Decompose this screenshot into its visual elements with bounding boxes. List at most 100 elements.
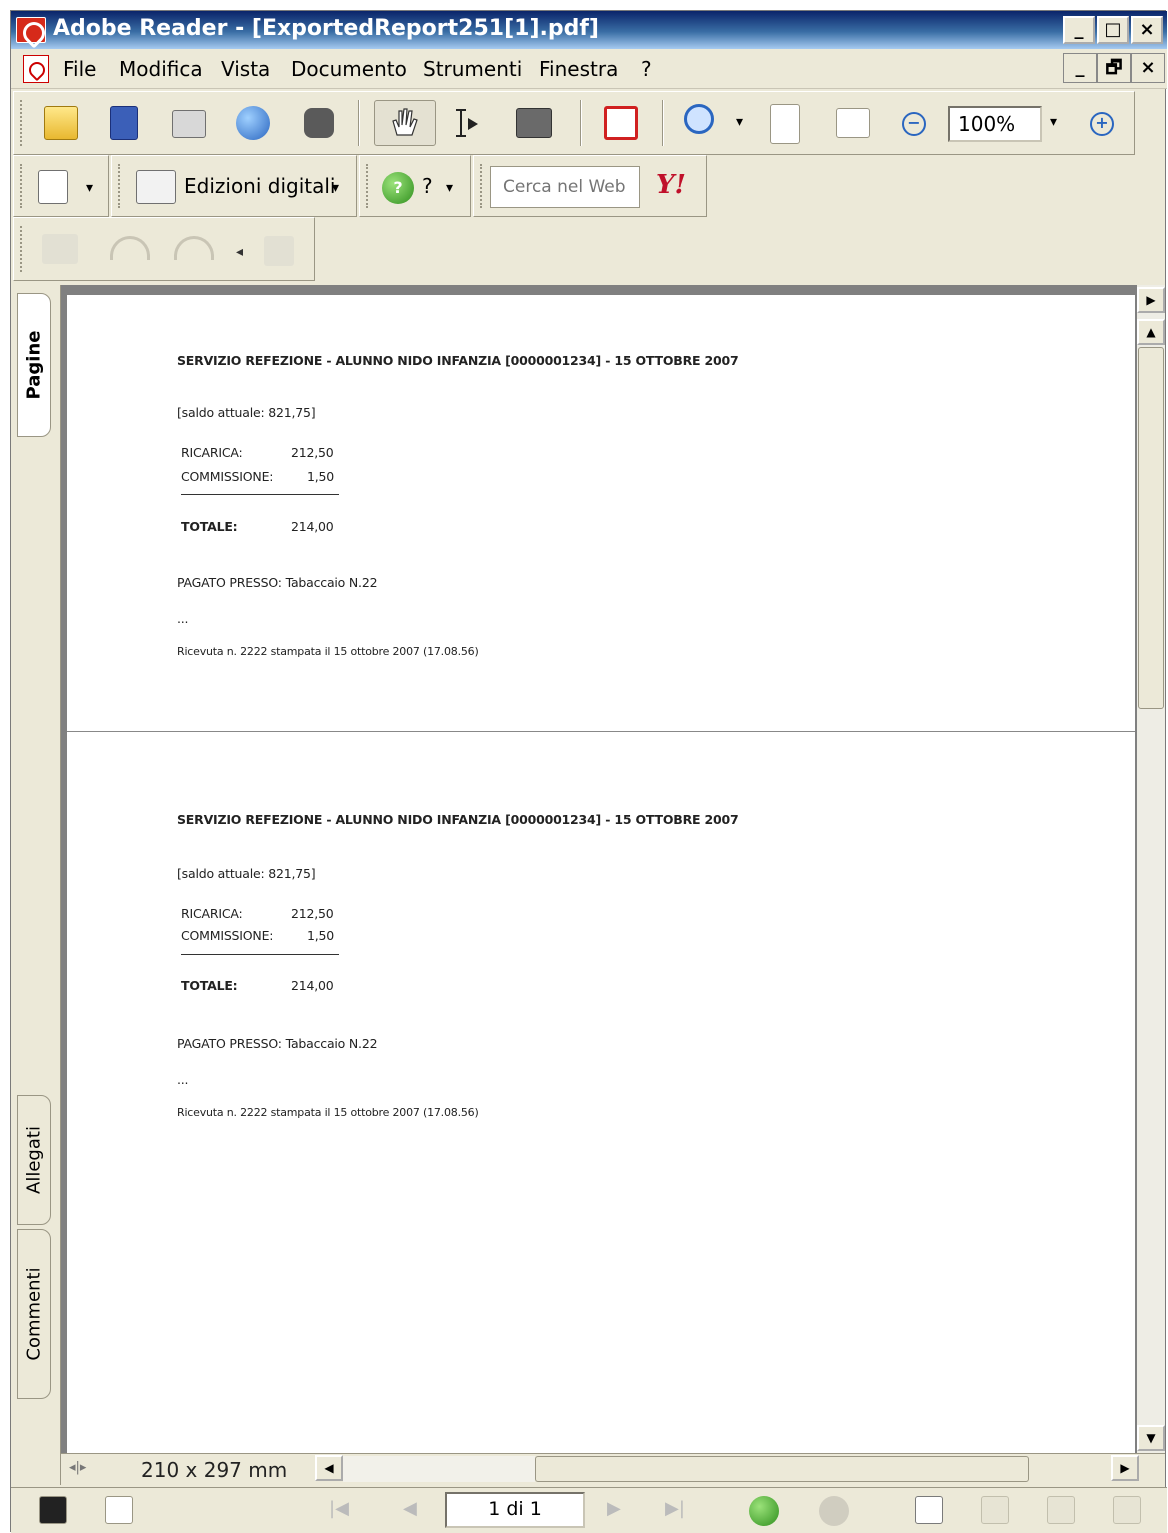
scroll-down-button[interactable]: ▼ bbox=[1137, 1425, 1165, 1451]
subtotal-rule bbox=[181, 954, 339, 955]
zoom-level-dropdown-icon[interactable]: ▾ bbox=[1050, 114, 1057, 130]
menu-bar: File Modifica Vista Documento Strumenti … bbox=[11, 49, 1167, 89]
title-bar[interactable]: Adobe Reader - [ExportedReport251[1].pdf… bbox=[11, 11, 1167, 49]
pagato-text: PAGATO PRESSO: Tabaccaio N.22 bbox=[177, 575, 378, 590]
print-icon[interactable] bbox=[172, 110, 206, 138]
digital-editions-button[interactable]: Edizioni digitali bbox=[184, 174, 335, 198]
zoom-tool-dropdown-icon[interactable]: ▾ bbox=[736, 114, 743, 130]
hand-tool-button[interactable] bbox=[374, 100, 436, 146]
zoom-level-input[interactable]: 100% bbox=[948, 106, 1042, 142]
totale-value: 214,00 bbox=[291, 519, 334, 534]
page-number-input[interactable]: 1 di 1 bbox=[445, 1492, 585, 1528]
minimize-button[interactable]: _ bbox=[1063, 16, 1095, 44]
menu-modifica[interactable]: Modifica bbox=[119, 57, 203, 81]
tab-allegati[interactable]: Allegati bbox=[17, 1095, 51, 1225]
single-page-icon[interactable] bbox=[105, 1496, 133, 1524]
receipt-heading: SERVIZIO REFEZIONE - ALUNNO NIDO INFANZI… bbox=[177, 353, 739, 368]
menu-finestra[interactable]: Finestra bbox=[539, 57, 618, 81]
fit-page-icon[interactable] bbox=[770, 104, 800, 144]
tab-commenti[interactable]: Commenti bbox=[17, 1229, 51, 1399]
close-button[interactable]: × bbox=[1131, 16, 1163, 44]
binoculars-icon[interactable] bbox=[304, 108, 334, 138]
previous-page-icon[interactable]: ◀ bbox=[403, 1498, 417, 1519]
commissione-label: COMMISSIONE: bbox=[181, 469, 274, 484]
menu-documento[interactable]: Documento bbox=[291, 57, 407, 81]
commissione-label: COMMISSIONE: bbox=[181, 928, 274, 943]
continuous-facing-layout-icon[interactable] bbox=[1113, 1496, 1141, 1524]
totale-label: TOTALE: bbox=[181, 519, 238, 534]
continuous-layout-icon[interactable] bbox=[981, 1496, 1009, 1524]
pages-toolbar: ▾ bbox=[13, 155, 109, 217]
file-toolbar: ▾ − 100% ▾ + bbox=[13, 91, 1135, 155]
horizontal-scroll-thumb[interactable] bbox=[535, 1456, 1029, 1482]
doc-close-button[interactable]: × bbox=[1131, 53, 1165, 83]
help-icon[interactable]: ? bbox=[382, 172, 414, 204]
last-page-icon[interactable]: ▶| bbox=[665, 1498, 685, 1519]
digital-editions-dropdown-icon[interactable]: ▾ bbox=[332, 180, 339, 196]
commissione-value: 1,50 bbox=[307, 469, 335, 484]
menu-strumenti[interactable]: Strumenti bbox=[423, 57, 522, 81]
open-folder-icon[interactable] bbox=[44, 106, 78, 140]
horizontal-scroll-track[interactable] bbox=[343, 1456, 535, 1482]
help-button-label[interactable]: ? bbox=[422, 174, 433, 198]
ricarica-value: 212,50 bbox=[291, 906, 334, 921]
select-text-icon[interactable] bbox=[450, 106, 484, 140]
scroll-right-button[interactable]: ▶ bbox=[1111, 1455, 1139, 1481]
tab-pagine[interactable]: Pagine bbox=[17, 293, 51, 437]
ricarica-label: RICARICA: bbox=[181, 445, 243, 460]
pages-dropdown-icon[interactable]: ▾ bbox=[86, 180, 93, 196]
redo-disabled-icon bbox=[174, 236, 214, 260]
vertical-scroll-thumb[interactable] bbox=[1138, 347, 1164, 709]
go-back-icon[interactable] bbox=[749, 1496, 779, 1526]
go-forward-icon[interactable] bbox=[819, 1496, 849, 1526]
yahoo-search-icon[interactable]: Y! bbox=[656, 170, 686, 200]
facing-layout-icon[interactable] bbox=[1047, 1496, 1075, 1524]
save-icon[interactable] bbox=[110, 106, 138, 140]
undo-disabled-icon bbox=[110, 236, 150, 260]
panel-arrow-right-icon[interactable]: ▶ bbox=[1137, 287, 1165, 313]
help-dropdown-icon[interactable]: ▾ bbox=[446, 180, 453, 196]
zoom-out-icon[interactable]: − bbox=[902, 112, 926, 136]
show-navigation-icon[interactable] bbox=[39, 1496, 67, 1524]
help-toolbar: ? ? ▾ bbox=[359, 155, 471, 217]
zoom-in-icon[interactable]: + bbox=[1090, 112, 1114, 136]
scroll-left-button[interactable]: ◀ bbox=[315, 1455, 343, 1481]
web-search-input[interactable] bbox=[490, 166, 640, 208]
saldo-text: [saldo attuale: 821,75] bbox=[177, 866, 316, 881]
digital-editions-toolbar: Edizioni digitali ▾ bbox=[111, 155, 357, 217]
menu-help[interactable]: ? bbox=[641, 57, 652, 81]
email-globe-icon[interactable] bbox=[236, 106, 270, 140]
scroll-up-button[interactable]: ▲ bbox=[1137, 319, 1165, 345]
paste-disabled-icon bbox=[264, 236, 294, 266]
vertical-scrollbar[interactable]: ▶ ▲ ▼ bbox=[1137, 285, 1165, 1453]
totale-label: TOTALE: bbox=[181, 978, 238, 993]
ellipsis-text: ... bbox=[177, 611, 189, 626]
page-pages-icon[interactable] bbox=[38, 170, 68, 204]
doc-minimize-button[interactable]: _ bbox=[1063, 53, 1097, 83]
zoom-in-tool-icon[interactable] bbox=[684, 104, 714, 134]
status-bar: |◀ ◀ 1 di 1 ▶ ▶| bbox=[11, 1487, 1167, 1533]
app-window: Adobe Reader - [ExportedReport251[1].pdf… bbox=[10, 10, 1167, 1533]
document-icon[interactable] bbox=[23, 55, 49, 83]
split-handle-icon[interactable]: ◂|▸ bbox=[69, 1460, 91, 1478]
dynamic-zoom-icon[interactable] bbox=[604, 106, 638, 140]
rotate-disabled-icon bbox=[42, 234, 78, 264]
digital-editions-icon bbox=[136, 170, 176, 204]
menu-file[interactable]: File bbox=[63, 57, 96, 81]
totale-value: 214,00 bbox=[291, 978, 334, 993]
single-page-layout-icon[interactable] bbox=[915, 1496, 943, 1524]
doc-restore-button[interactable]: 🗗 bbox=[1097, 53, 1131, 83]
ricarica-value: 212,50 bbox=[291, 445, 334, 460]
first-page-icon[interactable]: |◀ bbox=[329, 1498, 349, 1519]
menu-vista[interactable]: Vista bbox=[221, 57, 270, 81]
snapshot-camera-icon[interactable] bbox=[516, 108, 552, 138]
pagato-text: PAGATO PRESSO: Tabaccaio N.22 bbox=[177, 1036, 378, 1051]
navigation-panel: Pagine Allegati Commenti bbox=[11, 285, 61, 1485]
commissione-value: 1,50 bbox=[307, 928, 335, 943]
document-viewport[interactable]: SERVIZIO REFEZIONE - ALUNNO NIDO INFANZI… bbox=[61, 285, 1137, 1453]
next-page-icon[interactable]: ▶ bbox=[607, 1498, 621, 1519]
horizontal-scrollbar-area: ◂|▸ 210 x 297 mm ◀ ▶ bbox=[61, 1453, 1165, 1483]
ricevuta-text: Ricevuta n. 2222 stampata il 15 ottobre … bbox=[177, 645, 479, 658]
fit-width-icon[interactable] bbox=[836, 108, 870, 138]
maximize-button[interactable]: □ bbox=[1097, 16, 1129, 44]
